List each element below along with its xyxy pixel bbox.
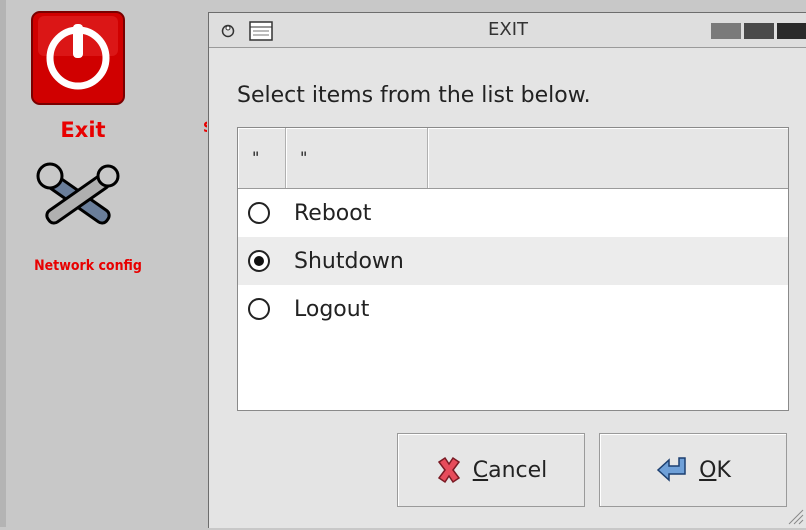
window-controls[interactable] <box>711 23 806 39</box>
radio-shutdown[interactable] <box>248 250 270 272</box>
cancel-button[interactable]: Cancel <box>397 433 585 507</box>
title-bar[interactable]: EXIT <box>209 13 806 48</box>
options-list: " " Reboot Shutdown Logout <box>237 127 789 411</box>
radio-reboot[interactable] <box>248 202 270 224</box>
cancel-label: Cancel <box>472 457 548 483</box>
ok-button[interactable]: OK <box>599 433 787 507</box>
list-item[interactable]: Shutdown <box>238 237 788 285</box>
desktop-edge <box>0 0 6 527</box>
column-header-1[interactable]: " <box>238 128 286 188</box>
column-header-2[interactable]: " <box>286 128 428 188</box>
clipped-label-fragment: S <box>203 120 207 140</box>
ok-arrow-icon <box>656 457 686 482</box>
tools-icon[interactable] <box>32 156 128 242</box>
prompt-text: Select items from the list below. <box>237 83 591 108</box>
network-config-label[interactable]: Network config <box>8 258 168 274</box>
column-header-3[interactable] <box>428 128 788 188</box>
close-button[interactable] <box>777 23 806 39</box>
list-item[interactable]: Reboot <box>238 189 788 237</box>
power-icon[interactable] <box>30 10 126 106</box>
item-label: Logout <box>294 296 370 322</box>
ok-label: OK <box>699 457 731 483</box>
list-item[interactable]: Logout <box>238 285 788 333</box>
exit-icon-label[interactable]: Exit <box>30 118 136 142</box>
cancel-x-icon <box>437 456 460 484</box>
maximize-button[interactable] <box>744 23 774 39</box>
exit-dialog: EXIT Select items from the list below. "… <box>208 12 806 528</box>
minimize-button[interactable] <box>711 23 741 39</box>
radio-logout[interactable] <box>248 298 270 320</box>
item-label: Shutdown <box>294 248 404 274</box>
item-label: Reboot <box>294 200 372 226</box>
list-header: " " <box>238 128 788 189</box>
resize-grip-icon[interactable] <box>783 504 805 526</box>
